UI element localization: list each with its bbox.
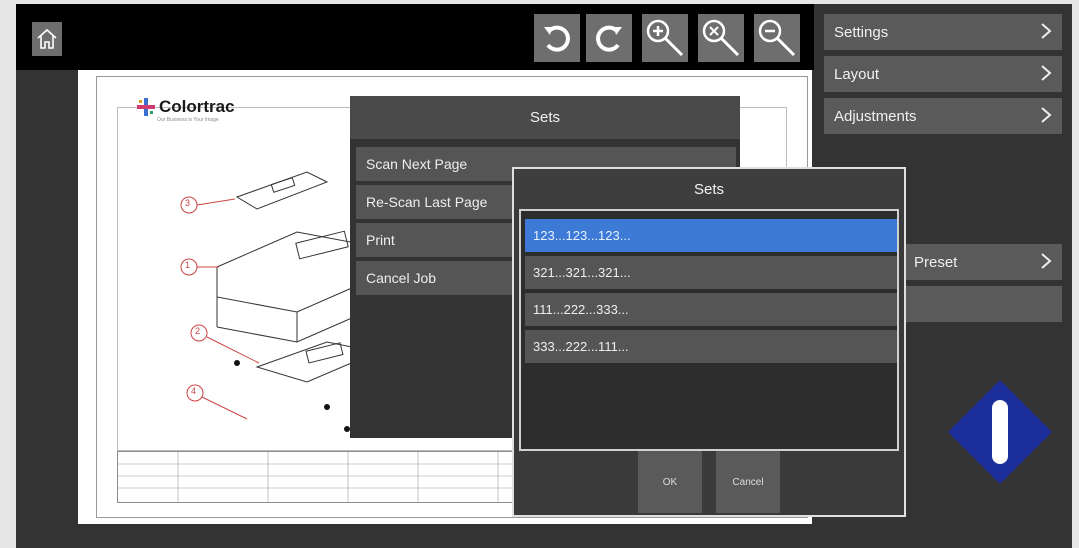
menu-item-label: Preset	[914, 253, 958, 271]
sets-list-dialog: Sets 123...123...123... 321...321...321.…	[512, 167, 906, 517]
toolbar	[16, 4, 814, 70]
list-item[interactable]: 333...222...111...	[525, 330, 897, 363]
list-item[interactable]: 321...321...321...	[525, 256, 897, 289]
zoom-out-icon	[758, 19, 796, 57]
sets-list-dialog-title: Sets	[514, 169, 904, 209]
menu-item-settings[interactable]: Settings	[824, 14, 1062, 50]
ok-button[interactable]: OK	[638, 451, 702, 513]
chevron-right-icon	[1041, 107, 1052, 123]
home-button[interactable]	[32, 22, 62, 56]
logo-text: Colortrac	[159, 97, 235, 116]
sets-list[interactable]: 123...123...123... 321...321...321... 11…	[519, 209, 899, 451]
home-icon	[37, 28, 57, 49]
callout-2: 2	[195, 326, 201, 336]
chevron-right-icon	[1041, 253, 1052, 269]
cancel-button[interactable]: Cancel	[716, 451, 780, 513]
rotate-right-button[interactable]	[586, 14, 632, 62]
callout-3: 3	[185, 198, 191, 208]
zoom-fit-icon	[702, 19, 740, 57]
logo-tagline: Our Business is Your Image	[157, 117, 219, 123]
rotate-right-icon	[596, 25, 622, 52]
start-stop-button[interactable]	[946, 378, 1054, 486]
chevron-right-icon	[1041, 65, 1052, 81]
sets-dialog-title: Sets	[350, 96, 740, 139]
logo-mark-icon	[137, 98, 155, 116]
callout-4: 4	[191, 386, 197, 396]
scanner-app: Colortrac Our Business is Your Image 3 1…	[16, 4, 1072, 548]
rotate-left-button[interactable]	[534, 14, 580, 62]
zoom-fit-button[interactable]	[698, 14, 744, 62]
colortrac-logo: Colortrac	[137, 97, 235, 117]
menu-item-adjustments[interactable]: Adjustments	[824, 98, 1062, 134]
menu-item-layout[interactable]: Layout	[824, 56, 1062, 92]
zoom-in-icon	[646, 19, 684, 57]
callout-1: 1	[185, 260, 191, 270]
menu-item-label: Adjustments	[834, 107, 917, 125]
menu-item-label: Layout	[834, 65, 880, 83]
rotate-left-icon	[544, 25, 570, 52]
menu-item-label: Settings	[834, 23, 889, 41]
zoom-in-button[interactable]	[642, 14, 688, 62]
power-bar-icon	[992, 400, 1008, 464]
zoom-out-button[interactable]	[754, 14, 800, 62]
list-item[interactable]: 111...222...333...	[525, 293, 897, 326]
chevron-right-icon	[1041, 23, 1052, 39]
list-item[interactable]: 123...123...123...	[525, 219, 897, 252]
